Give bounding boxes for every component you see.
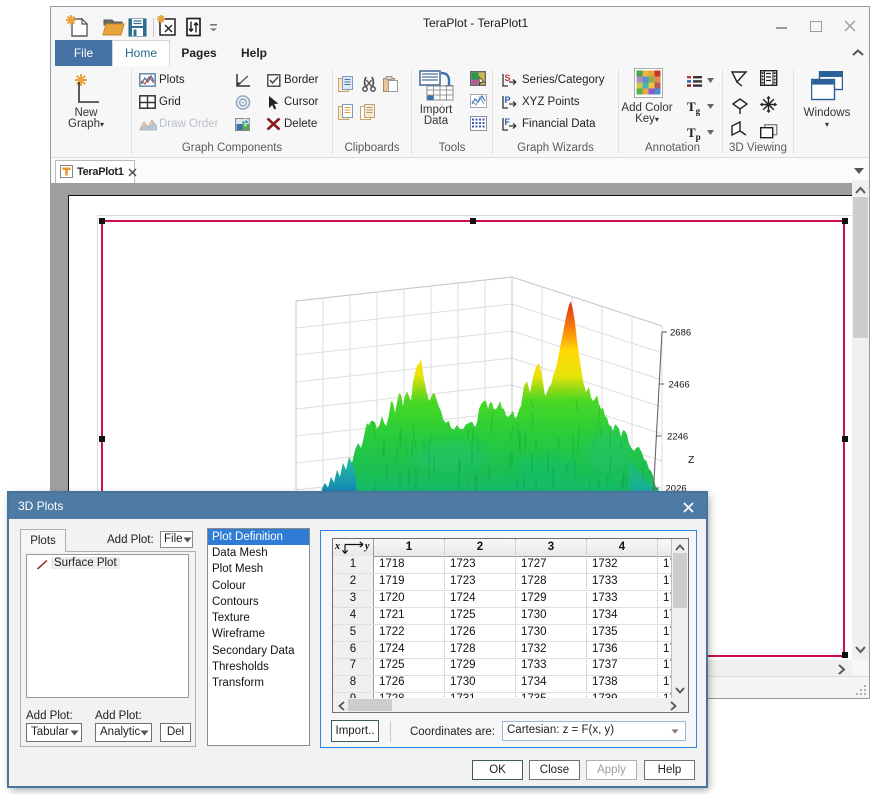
- svg-text:y: y: [364, 541, 370, 552]
- svg-text:x: x: [334, 541, 340, 552]
